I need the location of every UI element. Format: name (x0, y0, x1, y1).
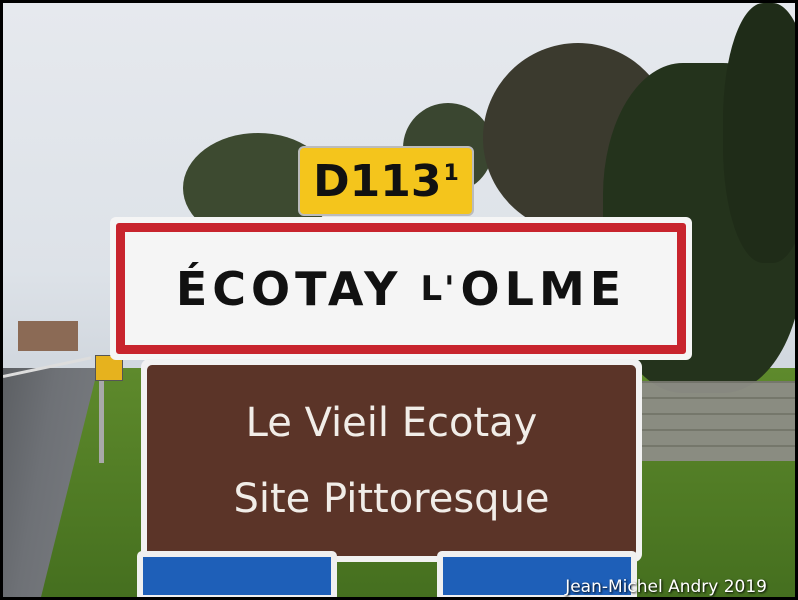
town-sign-border: ÉCOTAY L' OLME (116, 223, 686, 354)
blue-sign-left (137, 551, 337, 597)
route-number-sign: D113 1 (298, 146, 474, 216)
route-suffix: 1 (443, 160, 459, 186)
town-entry-sign: ÉCOTAY L' OLME (110, 217, 692, 360)
route-number: D113 (313, 155, 442, 207)
town-name-part2: OLME (460, 261, 627, 316)
stone-wall (635, 381, 795, 461)
photo-credit: Jean-Michel Andry 2019 (565, 577, 767, 597)
distant-houses (18, 321, 78, 351)
tourist-sign-line2: Site Pittoresque (233, 475, 550, 522)
photo-scene: D113 1 ÉCOTAY L' OLME Le Vieil Ecotay Sit… (3, 3, 795, 597)
tourist-sign-line1: Le Vieil Ecotay (245, 399, 538, 446)
tourist-sign-panel: Le Vieil Ecotay Site Pittoresque (147, 365, 636, 556)
town-name-part1: ÉCOTAY (175, 261, 403, 316)
town-name-connector: L' (420, 268, 457, 309)
tree-far-right (723, 3, 795, 263)
tourist-sign: Le Vieil Ecotay Site Pittoresque (141, 359, 642, 562)
